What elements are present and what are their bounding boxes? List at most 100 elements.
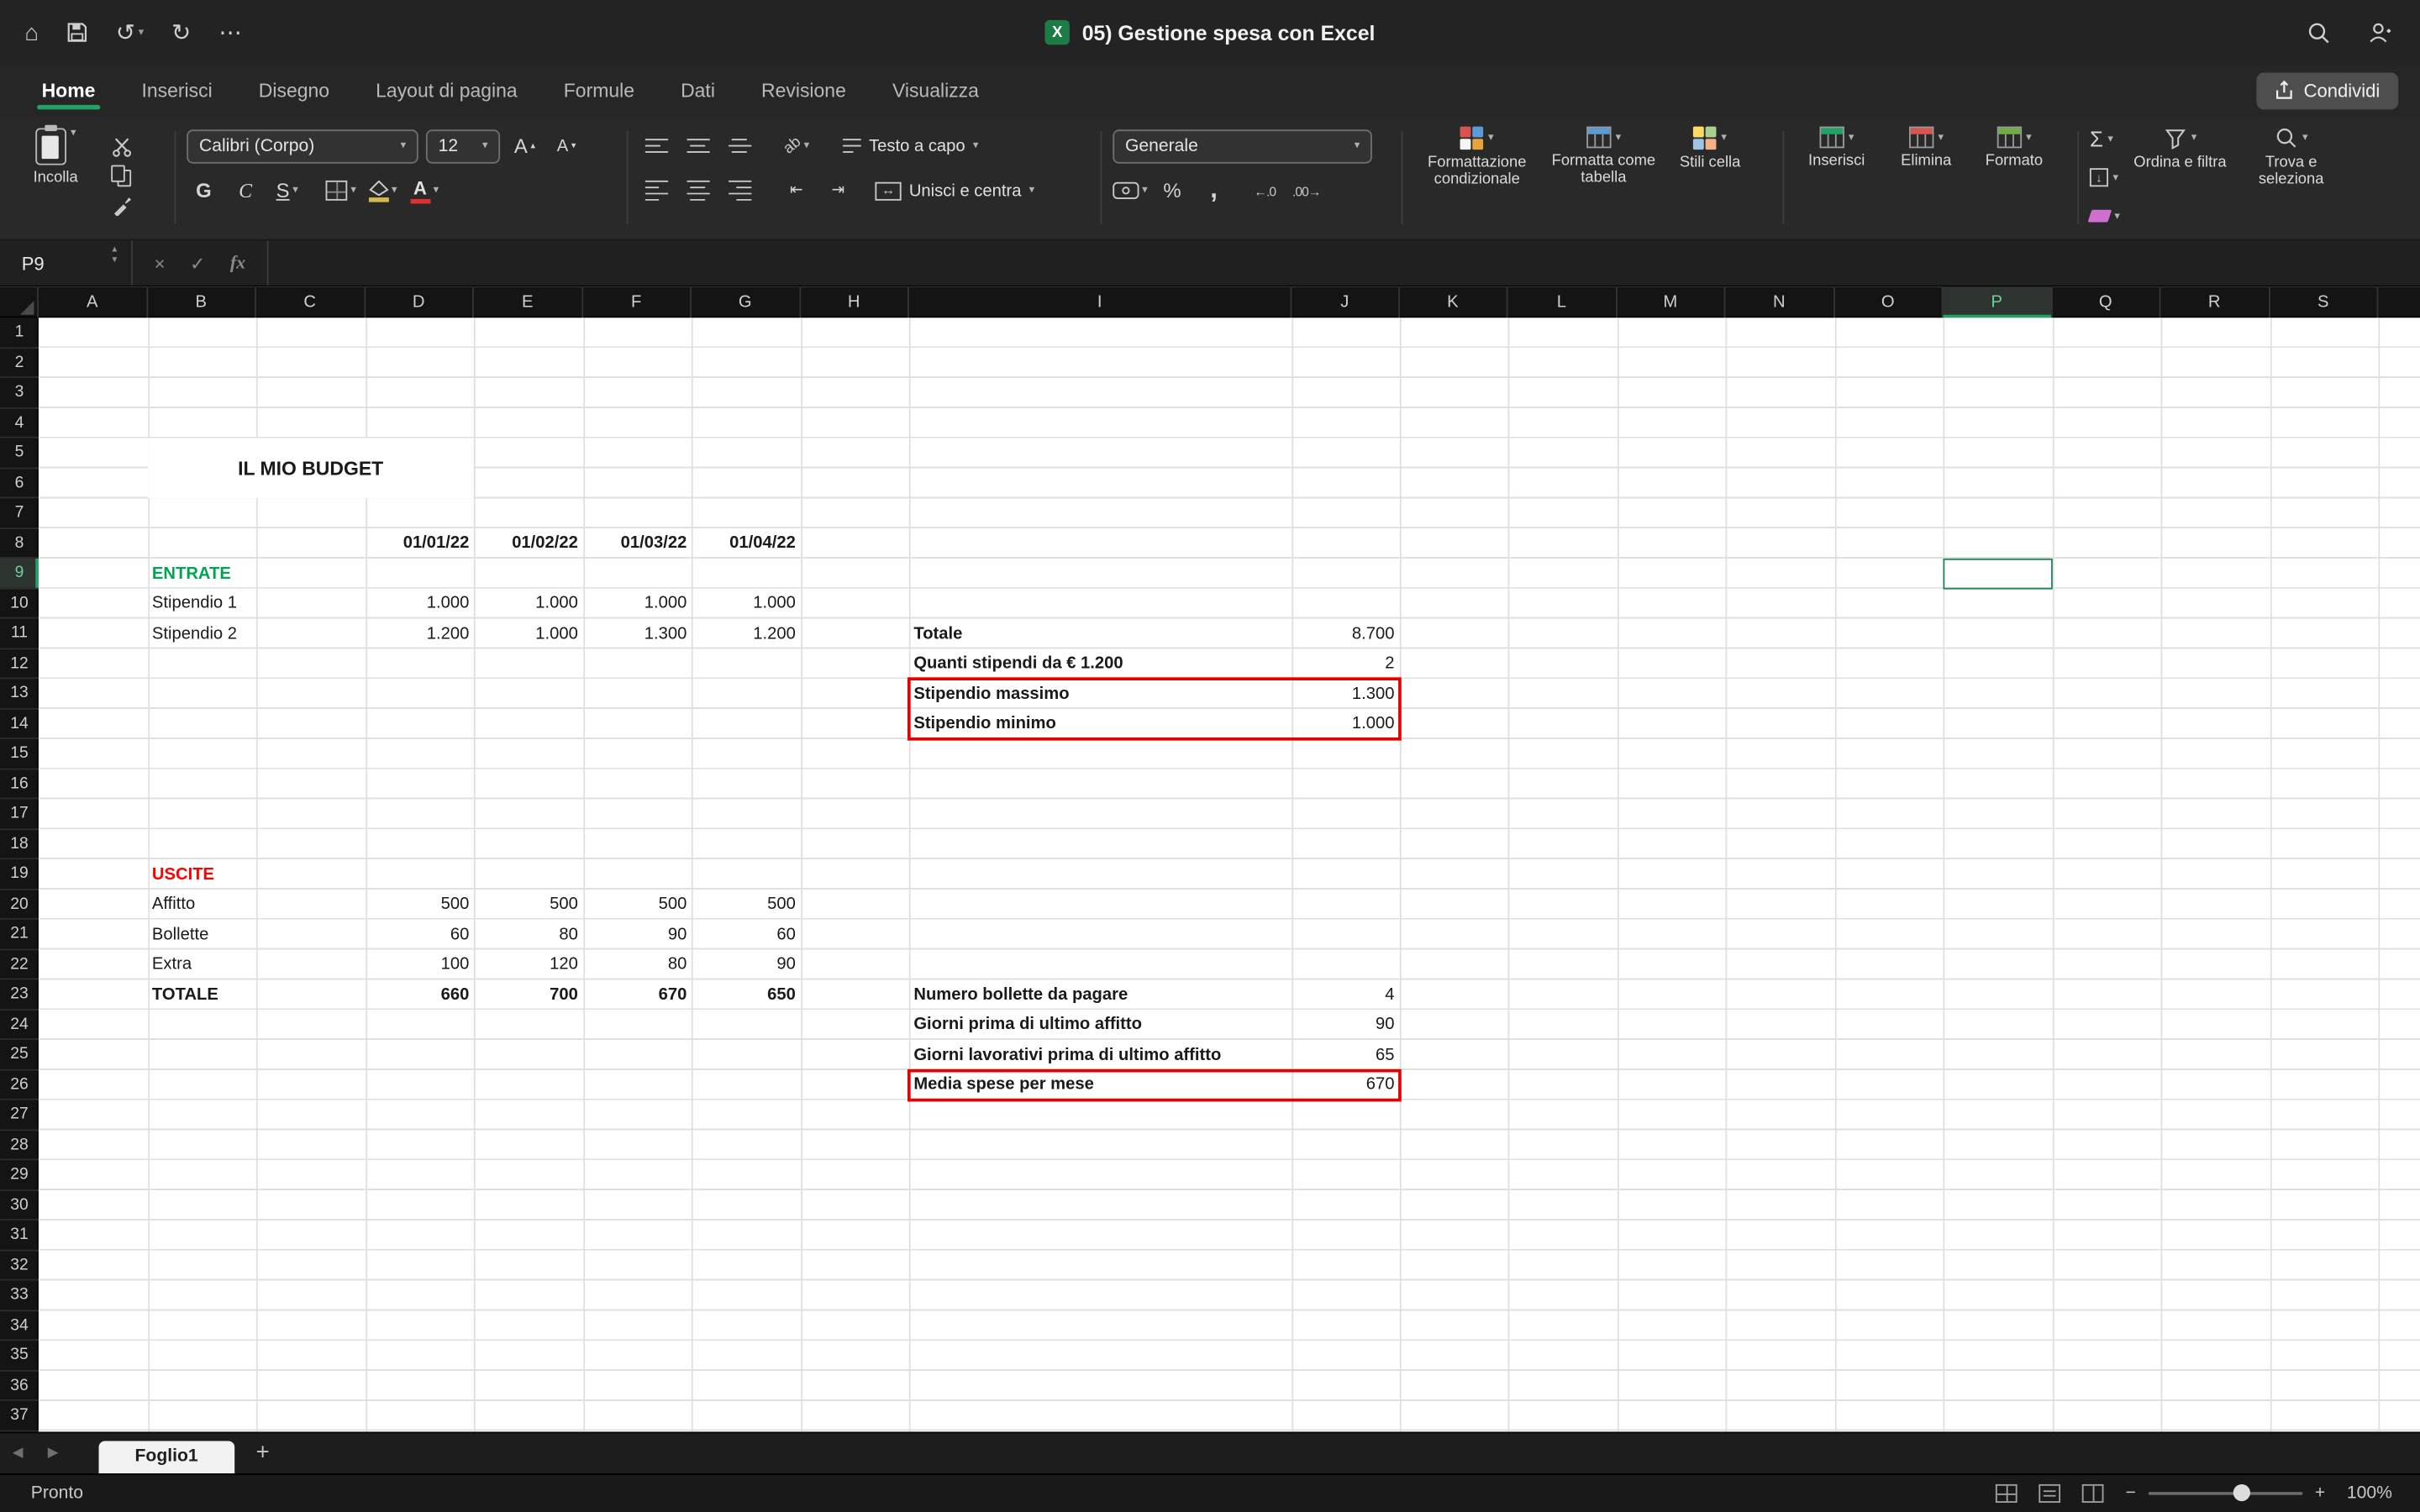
find-select-button[interactable]: ▾ Trova e seleziona bbox=[2240, 122, 2342, 233]
row-header-15[interactable]: 15 bbox=[0, 739, 39, 769]
row-header-36[interactable]: 36 bbox=[0, 1371, 39, 1401]
column-header-F[interactable]: F bbox=[582, 287, 691, 318]
cell-E10[interactable]: 1.000 bbox=[474, 589, 582, 619]
cell-D22[interactable]: 100 bbox=[365, 950, 473, 980]
cell-B5[interactable]: IL MIO BUDGET bbox=[147, 438, 473, 499]
shrink-font-button[interactable]: A▾ bbox=[550, 129, 583, 162]
format-painter-button[interactable] bbox=[105, 191, 139, 221]
align-middle-button[interactable] bbox=[681, 129, 714, 162]
cell-G23[interactable]: 650 bbox=[692, 979, 800, 1010]
undo-button[interactable]: ↺▾ bbox=[116, 21, 144, 45]
row-header-16[interactable]: 16 bbox=[0, 769, 39, 800]
row-header-13[interactable]: 13 bbox=[0, 679, 39, 709]
name-box-spinner[interactable]: ▲▼ bbox=[110, 247, 118, 265]
cell-F23[interactable]: 670 bbox=[582, 979, 691, 1010]
column-header-E[interactable]: E bbox=[474, 287, 582, 318]
cut-button[interactable] bbox=[105, 131, 139, 161]
cell-G21[interactable]: 60 bbox=[692, 920, 800, 950]
tab-disegno[interactable]: Disegno bbox=[239, 69, 350, 112]
share-button[interactable]: Condividi bbox=[2256, 71, 2399, 108]
cell-G11[interactable]: 1.200 bbox=[692, 619, 800, 649]
cell-G22[interactable]: 90 bbox=[692, 950, 800, 980]
cell-F10[interactable]: 1.000 bbox=[582, 589, 691, 619]
row-header-11[interactable]: 11 bbox=[0, 619, 39, 649]
next-sheet-icon[interactable]: ▶ bbox=[35, 1444, 71, 1461]
row-header-1[interactable]: 1 bbox=[0, 318, 39, 348]
cell-E22[interactable]: 120 bbox=[474, 950, 582, 980]
column-header-C[interactable]: C bbox=[256, 287, 365, 318]
cell-J25[interactable]: 65 bbox=[1292, 1040, 1399, 1070]
column-header-A[interactable]: A bbox=[39, 287, 147, 318]
row-header-17[interactable]: 17 bbox=[0, 799, 39, 829]
autosum-button[interactable]: Σ▾ bbox=[2090, 127, 2120, 151]
row-header-22[interactable]: 22 bbox=[0, 950, 39, 980]
conditional-formatting-button[interactable]: ▾ Formattazione condizionale bbox=[1413, 122, 1540, 233]
cell-I26[interactable]: Media spese per mese bbox=[909, 1070, 1292, 1100]
confirm-entry-icon[interactable]: ✓ bbox=[190, 252, 205, 274]
wrap-text-button[interactable]: Testo a capo ▾ bbox=[843, 129, 978, 162]
row-header-25[interactable]: 25 bbox=[0, 1040, 39, 1070]
row-header-31[interactable]: 31 bbox=[0, 1221, 39, 1251]
italic-button[interactable]: C bbox=[229, 174, 262, 207]
row-header-3[interactable]: 3 bbox=[0, 378, 39, 408]
decrease-indent-button[interactable]: ⇤ bbox=[780, 174, 813, 207]
cell-B11[interactable]: Stipendio 2 bbox=[147, 619, 255, 649]
row-header-30[interactable]: 30 bbox=[0, 1190, 39, 1221]
align-center-button[interactable] bbox=[681, 174, 714, 207]
bold-button[interactable]: G bbox=[187, 174, 220, 207]
cell-B9[interactable]: ENTRATE bbox=[147, 559, 255, 589]
cell-B23[interactable]: TOTALE bbox=[147, 979, 255, 1010]
row-header-18[interactable]: 18 bbox=[0, 829, 39, 859]
currency-format-button[interactable]: ▾ bbox=[1113, 174, 1147, 207]
cell-F11[interactable]: 1.300 bbox=[582, 619, 691, 649]
tab-dati[interactable]: Dati bbox=[660, 69, 735, 112]
insert-cells-button[interactable]: ▾ Inserisci bbox=[1795, 122, 1878, 233]
row-header-33[interactable]: 33 bbox=[0, 1280, 39, 1310]
align-bottom-button[interactable] bbox=[723, 129, 756, 162]
row-header-29[interactable]: 29 bbox=[0, 1160, 39, 1190]
comma-format-button[interactable]: , bbox=[1197, 174, 1230, 207]
column-header-P[interactable]: P bbox=[1943, 287, 2051, 318]
cancel-entry-icon[interactable]: × bbox=[155, 252, 166, 274]
row-header-10[interactable]: 10 bbox=[0, 589, 39, 619]
account-icon[interactable] bbox=[2368, 21, 2392, 45]
cell-J26[interactable]: 670 bbox=[1292, 1070, 1399, 1100]
cell-B22[interactable]: Extra bbox=[147, 950, 255, 980]
cell-J11[interactable]: 8.700 bbox=[1292, 619, 1399, 649]
merge-center-button[interactable]: ↔ Unisci e centra ▾ bbox=[875, 174, 1034, 207]
row-header-23[interactable]: 23 bbox=[0, 979, 39, 1010]
cell-E23[interactable]: 700 bbox=[474, 979, 582, 1010]
add-sheet-button[interactable]: + bbox=[234, 1440, 292, 1466]
cell-E8[interactable]: 01/02/22 bbox=[474, 528, 582, 559]
align-left-button[interactable] bbox=[639, 174, 672, 207]
cell-D23[interactable]: 660 bbox=[365, 979, 473, 1010]
row-header-19[interactable]: 19 bbox=[0, 859, 39, 890]
cell-D20[interactable]: 500 bbox=[365, 890, 473, 920]
cell-B19[interactable]: USCITE bbox=[147, 859, 255, 890]
cell-B10[interactable]: Stipendio 1 bbox=[147, 589, 255, 619]
grow-font-button[interactable]: A▴ bbox=[508, 129, 541, 162]
column-header-R[interactable]: R bbox=[2160, 287, 2269, 318]
tab-visualizza[interactable]: Visualizza bbox=[872, 69, 999, 112]
cell-I24[interactable]: Giorni prima di ultimo affitto bbox=[909, 1010, 1292, 1040]
align-top-button[interactable] bbox=[639, 129, 672, 162]
decrease-decimal-button[interactable]: .00→ bbox=[1290, 174, 1323, 207]
cell-E20[interactable]: 500 bbox=[474, 890, 582, 920]
row-header-4[interactable]: 4 bbox=[0, 408, 39, 438]
font-name-select[interactable]: Calibri (Corpo) ▾ bbox=[187, 129, 418, 162]
cell-G20[interactable]: 500 bbox=[692, 890, 800, 920]
select-all-corner[interactable] bbox=[0, 287, 39, 318]
column-header-N[interactable]: N bbox=[1725, 287, 1833, 318]
percent-format-button[interactable]: % bbox=[1155, 174, 1189, 207]
row-header-32[interactable]: 32 bbox=[0, 1251, 39, 1281]
page-break-view-icon[interactable] bbox=[2082, 1483, 2104, 1502]
fill-button[interactable]: ↓▾ bbox=[2090, 165, 2120, 190]
tab-layout-di-pagina[interactable]: Layout di pagina bbox=[355, 69, 537, 112]
zoom-out-icon[interactable]: − bbox=[2125, 1483, 2135, 1502]
column-header-M[interactable]: M bbox=[1617, 287, 1725, 318]
underline-button[interactable]: S▾ bbox=[270, 174, 303, 207]
borders-button[interactable]: ▾ bbox=[324, 174, 358, 207]
cell-I23[interactable]: Numero bollette da pagare bbox=[909, 979, 1292, 1010]
column-header-L[interactable]: L bbox=[1507, 287, 1616, 318]
zoom-slider[interactable] bbox=[2148, 1492, 2302, 1495]
